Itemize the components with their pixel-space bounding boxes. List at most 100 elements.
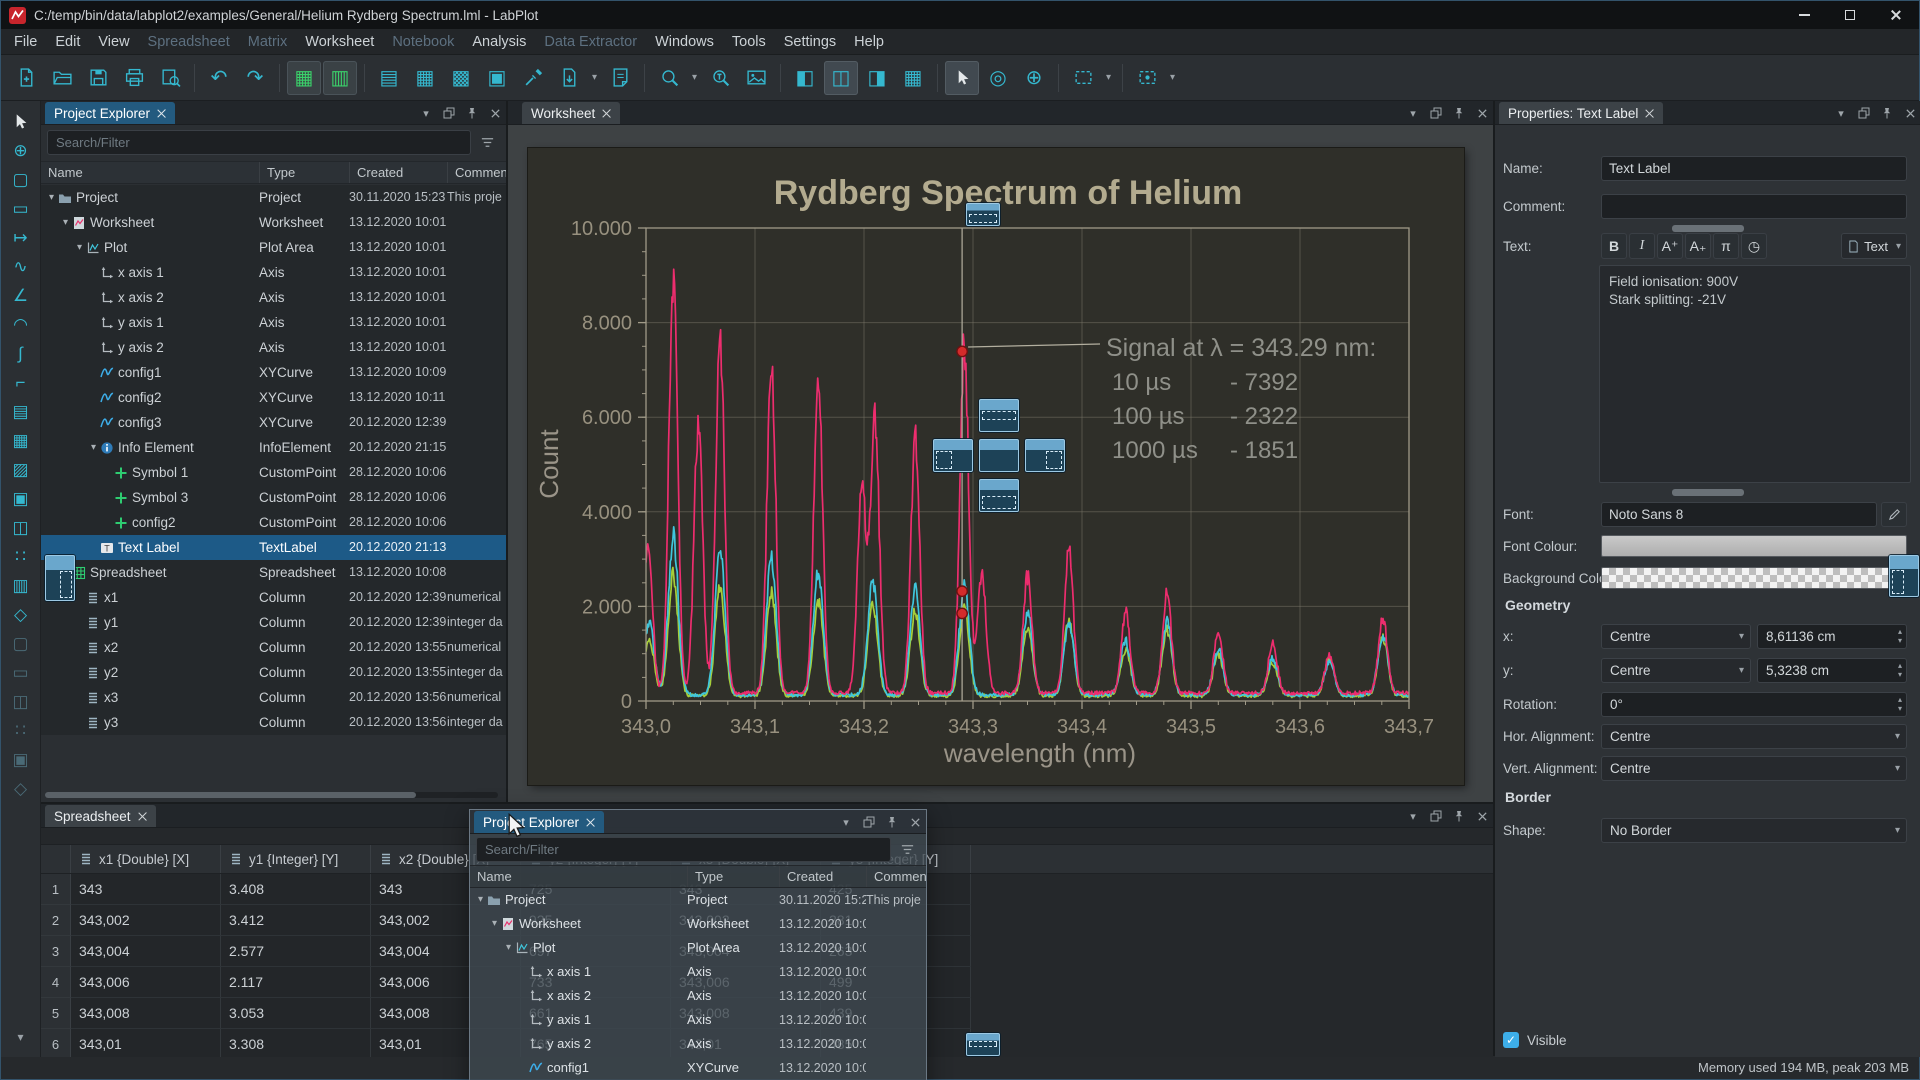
row-number[interactable]: 3 bbox=[41, 936, 71, 967]
dock-drop-center-left-icon[interactable] bbox=[933, 439, 973, 472]
background-colour-swatch[interactable] bbox=[1601, 567, 1907, 589]
insert-datetime-button[interactable]: ◷ bbox=[1741, 233, 1767, 259]
dock-drop-top-icon[interactable] bbox=[966, 203, 1000, 226]
worksheet-view-button[interactable]: ▥ bbox=[323, 61, 357, 95]
shift-axis-tool-button[interactable]: ↦ bbox=[6, 223, 36, 252]
menu-file[interactable]: File bbox=[5, 31, 46, 53]
zoom-select-button[interactable] bbox=[652, 61, 686, 95]
tab-worksheet[interactable]: Worksheet bbox=[522, 102, 620, 124]
titlebar[interactable]: C:/temp/bin/data/labplot2/examples/Gener… bbox=[1, 1, 1919, 29]
new-matrix-button[interactable]: ▩ bbox=[444, 61, 478, 95]
split-tool-button[interactable]: ◫ bbox=[6, 513, 36, 542]
visible-checkbox[interactable]: ✓ bbox=[1503, 1032, 1519, 1048]
dock-drop-center-up-icon[interactable] bbox=[979, 399, 1019, 432]
cell-r1-c2[interactable]: 3.408 bbox=[221, 874, 371, 905]
new-workbook-button[interactable]: ▤ bbox=[372, 61, 406, 95]
cell-r5-c1[interactable]: 343,008 bbox=[71, 998, 221, 1029]
rotation-spinbox[interactable]: 0°▴▾ bbox=[1601, 692, 1907, 717]
tree-row-worksheet[interactable]: ▾WorksheetWorksheet13.12.2020 10:01 bbox=[41, 210, 506, 235]
new-note-button[interactable] bbox=[603, 61, 637, 95]
tree-row-x-axis-1[interactable]: x axis 1Axis13.12.2020 10:01 bbox=[41, 260, 506, 285]
dock-pin-icon[interactable] bbox=[1880, 106, 1894, 120]
column-header-type[interactable]: Type bbox=[259, 162, 349, 183]
spin-arrows-icon[interactable]: ▴▾ bbox=[1898, 695, 1902, 713]
dock-drop-bottom-icon[interactable] bbox=[966, 1033, 1000, 1056]
dock-drop-center-icon[interactable] bbox=[979, 439, 1019, 472]
edit-font-button[interactable] bbox=[1881, 502, 1907, 527]
integral-tool-button[interactable]: ∫ bbox=[6, 339, 36, 368]
cell-r3-c2[interactable]: 2.577 bbox=[221, 936, 371, 967]
zoom-x-tool-button[interactable]: ▭ bbox=[6, 194, 36, 223]
explorer-column-header[interactable]: NameTypeCreatedComment bbox=[41, 161, 506, 184]
tree-row-config3[interactable]: config3XYCurve20.12.2020 12:39 bbox=[41, 410, 506, 435]
column-header-created[interactable]: Created bbox=[349, 162, 447, 183]
search-input[interactable]: Search/Filter bbox=[47, 130, 471, 155]
selection-mode-dropdown-icon[interactable]: ▾ bbox=[1102, 72, 1115, 83]
dock-float-icon[interactable] bbox=[442, 106, 456, 120]
new-project-button[interactable] bbox=[9, 61, 43, 95]
zoom-text-button[interactable] bbox=[703, 61, 737, 95]
axis-tool-button[interactable]: ⌐ bbox=[6, 368, 36, 397]
label-text-editor[interactable]: Field ionisation: 900V Stark splitting: … bbox=[1599, 265, 1911, 483]
dock-drop-center-down-icon[interactable] bbox=[979, 479, 1019, 512]
split-right-button[interactable]: ◨ bbox=[860, 61, 894, 95]
superscript-button[interactable]: A⁺ bbox=[1657, 233, 1683, 259]
cell-r2-c2[interactable]: 3.412 bbox=[221, 905, 371, 936]
image-tool-button[interactable]: ▨ bbox=[6, 455, 36, 484]
spin-arrows-icon[interactable]: ▴▾ bbox=[1898, 627, 1902, 645]
cell-r4-c2[interactable]: 2.117 bbox=[221, 967, 371, 998]
points-tool-button[interactable]: ∷ bbox=[6, 542, 36, 571]
dock-float-icon[interactable] bbox=[1429, 809, 1443, 823]
open-file-button[interactable] bbox=[45, 61, 79, 95]
plot-title[interactable]: Rydberg Spectrum of Helium bbox=[774, 174, 1243, 212]
tree-row-y1[interactable]: y1Column20.12.2020 12:39integer da bbox=[41, 610, 506, 635]
expander-icon[interactable]: ▾ bbox=[87, 435, 100, 460]
font-colour-swatch[interactable] bbox=[1601, 535, 1907, 557]
row-number[interactable]: 5 bbox=[41, 998, 71, 1029]
tree-row-info-element[interactable]: ▾Info ElementInfoElement20.12.2020 21:15 bbox=[41, 435, 506, 460]
menu-spreadsheet[interactable]: Spreadsheet bbox=[139, 31, 239, 53]
expander-icon[interactable]: ▾ bbox=[73, 235, 86, 260]
x-anchor-select[interactable]: Centre bbox=[1601, 624, 1751, 649]
menu-worksheet[interactable]: Worksheet bbox=[296, 31, 383, 53]
scrollbar-thumb[interactable] bbox=[45, 792, 416, 798]
tree-row-text-label[interactable]: TText LabelTextLabel20.12.2020 21:13 bbox=[41, 535, 506, 560]
region-tool-button[interactable]: ▢ bbox=[6, 629, 36, 658]
undo-button[interactable]: ↶ bbox=[202, 61, 236, 95]
column-header-comment[interactable]: Comment bbox=[447, 162, 506, 183]
zoom-region-button[interactable]: ◎ bbox=[981, 61, 1015, 95]
row-number[interactable]: 6 bbox=[41, 1029, 71, 1057]
box-tool-button[interactable]: ▣ bbox=[6, 745, 36, 774]
x-axis-label[interactable]: wavelength (nm) bbox=[943, 738, 1136, 768]
tree-row-x2[interactable]: x2Column20.12.2020 13:55numerical bbox=[41, 635, 506, 660]
dots-tool-button[interactable]: ∷ bbox=[6, 716, 36, 745]
dock-close-icon[interactable] bbox=[1475, 809, 1489, 823]
dock-close-icon[interactable] bbox=[1903, 106, 1917, 120]
menu-tools[interactable]: Tools bbox=[723, 31, 775, 53]
menu-data-extractor[interactable]: Data Extractor bbox=[535, 31, 646, 53]
crosshair-button[interactable]: ⊕ bbox=[1017, 61, 1051, 95]
tab-properties[interactable]: Properties: Text Label bbox=[1499, 102, 1663, 124]
select-tool-button[interactable] bbox=[6, 107, 36, 136]
magnetic-selection-dropdown-icon[interactable]: ▾ bbox=[1166, 72, 1179, 83]
row-number[interactable]: 1 bbox=[41, 874, 71, 905]
dock-close-icon[interactable] bbox=[488, 106, 502, 120]
split-both-button[interactable]: ◫ bbox=[824, 61, 858, 95]
dock-close-icon[interactable] bbox=[1475, 106, 1489, 120]
cell-r3-c1[interactable]: 343,004 bbox=[71, 936, 221, 967]
dock-float-icon[interactable] bbox=[1857, 106, 1871, 120]
row-number[interactable]: 2 bbox=[41, 905, 71, 936]
dock-drop-right-icon[interactable] bbox=[1889, 555, 1919, 597]
dock-drop-left-icon[interactable] bbox=[45, 555, 75, 601]
tree-row-config1[interactable]: config1XYCurve13.12.2020 10:09 bbox=[41, 360, 506, 385]
dock-menu-icon[interactable]: ▾ bbox=[419, 106, 433, 120]
grid-tool-button[interactable]: ▦ bbox=[6, 426, 36, 455]
save-button[interactable] bbox=[81, 61, 115, 95]
add-image-button[interactable] bbox=[739, 61, 773, 95]
spreadsheet-column-header-y1[interactable]: y1 {Integer} [Y] bbox=[221, 845, 371, 873]
text-mode-select[interactable]: Text bbox=[1841, 233, 1907, 259]
split-grid-button[interactable]: ▦ bbox=[896, 61, 930, 95]
maximize-button[interactable] bbox=[1827, 1, 1873, 29]
tab-close-icon[interactable] bbox=[1645, 109, 1654, 118]
menu-view[interactable]: View bbox=[89, 31, 138, 53]
